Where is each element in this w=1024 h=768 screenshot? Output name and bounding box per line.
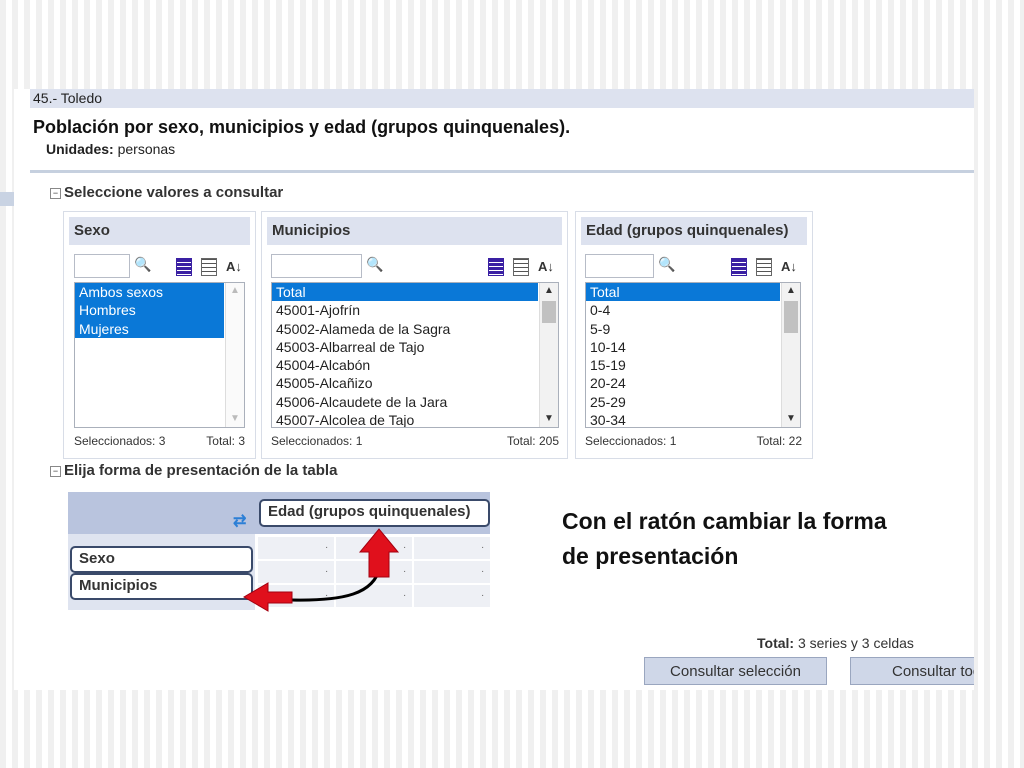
annotation-arrows: [243, 528, 400, 612]
arrow-left-icon: [243, 582, 293, 612]
arrow-up-icon: [358, 528, 400, 578]
total-summary: Total: 3 series y 3 celdas: [757, 635, 914, 651]
consult-all-button[interactable]: Consultar todo: [850, 657, 974, 685]
connector-curve: [291, 566, 382, 602]
total-value: 3 series y 3 celdas: [797, 635, 914, 651]
web-page: 45.- Toledo Población por sexo, municipi…: [14, 89, 974, 690]
consult-selection-button[interactable]: Consultar selección: [644, 657, 827, 685]
total-label: Total:: [757, 635, 795, 651]
instruction-text: Con el ratón cambiar la forma de present…: [562, 508, 887, 569]
slide-decoration: [0, 192, 14, 206]
